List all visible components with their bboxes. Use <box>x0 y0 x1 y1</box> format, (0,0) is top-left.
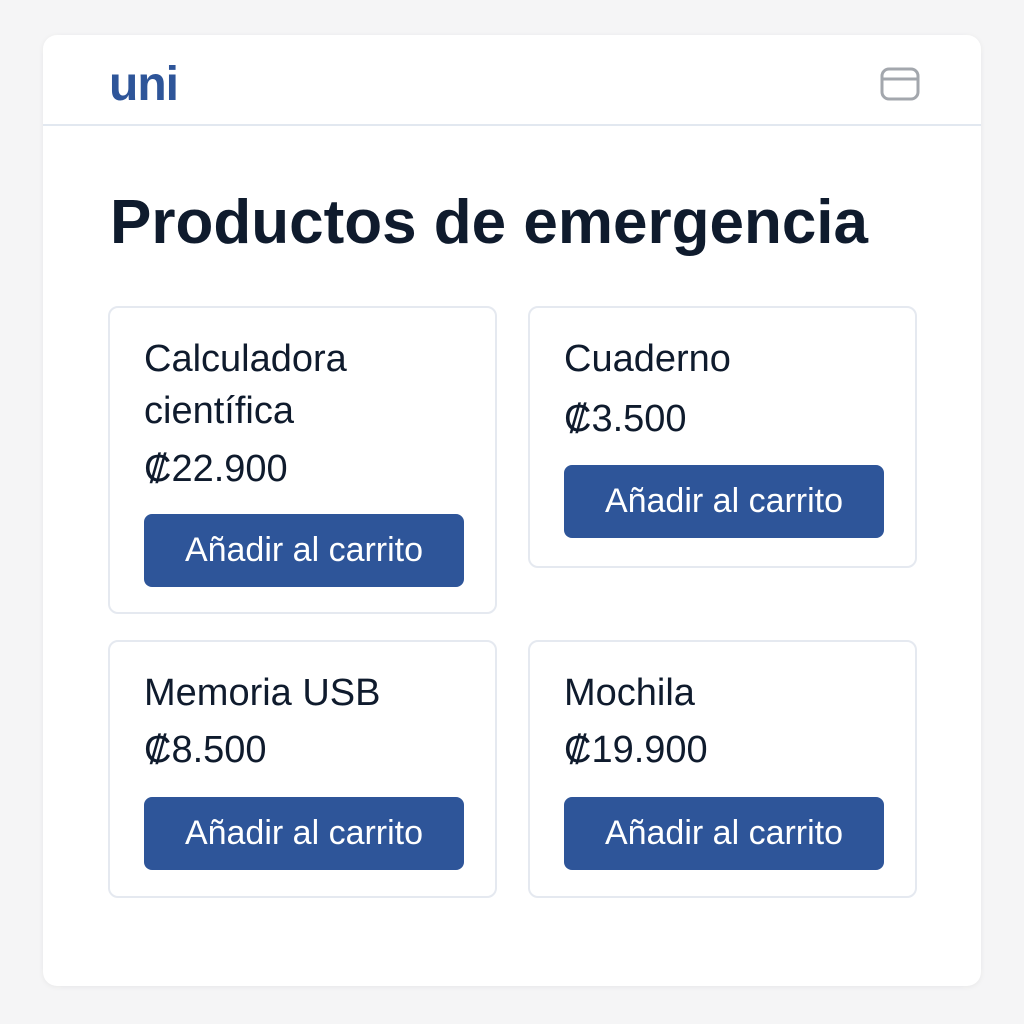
product-card: Cuaderno ₡3.500 Añadir al carrito <box>528 306 917 568</box>
product-name: Cuaderno <box>564 338 731 380</box>
browser-window-icon[interactable] <box>880 67 920 101</box>
product-name: Calculadora científica <box>144 338 347 432</box>
product-card: Calculadora científica ₡22.900 Añadir al… <box>108 306 497 614</box>
product-card: Memoria USB ₡8.500 Añadir al carrito <box>108 640 497 898</box>
product-name: Mochila <box>564 672 695 714</box>
product-name: Memoria USB <box>144 672 381 714</box>
app-window: uni Productos de emergencia Calculadora … <box>43 35 981 986</box>
add-to-cart-button[interactable]: Añadir al carrito <box>144 514 464 587</box>
add-to-cart-button[interactable]: Añadir al carrito <box>564 797 884 870</box>
top-bar: uni <box>43 35 981 126</box>
product-price: ₡22.900 <box>144 448 288 490</box>
product-price: ₡3.500 <box>564 398 687 440</box>
product-price: ₡8.500 <box>144 729 267 771</box>
product-price: ₡19.900 <box>564 729 708 771</box>
page-title: Productos de emergencia <box>110 188 869 257</box>
brand-logo[interactable]: uni <box>109 57 179 113</box>
add-to-cart-button[interactable]: Añadir al carrito <box>564 465 884 538</box>
add-to-cart-button[interactable]: Añadir al carrito <box>144 797 464 870</box>
product-card: Mochila ₡19.900 Añadir al carrito <box>528 640 917 898</box>
